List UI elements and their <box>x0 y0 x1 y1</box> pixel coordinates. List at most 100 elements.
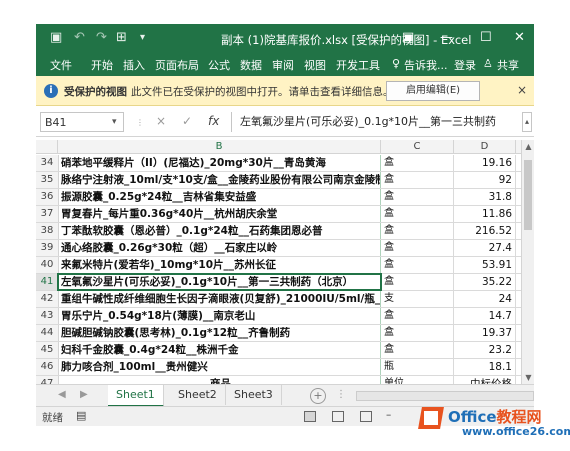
cell-c[interactable]: 盒 <box>381 240 454 256</box>
row-number[interactable]: 44 <box>36 325 59 341</box>
row-number[interactable]: 47 <box>36 376 59 384</box>
cell-c[interactable]: 盒 <box>381 257 454 273</box>
cell-c[interactable]: 盒 <box>381 189 454 205</box>
sheet-tab-2[interactable]: Sheet2 <box>170 385 226 405</box>
cell-c[interactable]: 盒 <box>381 172 454 188</box>
cell-c[interactable]: 盒 <box>381 342 454 358</box>
tab-page-layout[interactable]: 页面布局 <box>155 57 199 73</box>
cell-b[interactable]: 通心络胶囊_0.26g*30粒（超）__石家庄以岭 <box>58 240 381 256</box>
cell-b[interactable]: 胃复春片_每片重0.36g*40片__杭州胡庆余堂 <box>58 206 381 222</box>
row-number[interactable]: 34 <box>36 155 59 171</box>
protected-view-message[interactable]: 此文件已在受保护的视图中打开。请单击查看详细信息。 <box>131 84 394 99</box>
tell-me-box[interactable]: 告诉我... <box>404 57 448 73</box>
row-number[interactable]: 41 <box>36 274 59 290</box>
cell-d[interactable]: 18.1 <box>454 359 516 375</box>
cell-b[interactable]: 商品 <box>58 376 381 384</box>
cell-c[interactable]: 盒 <box>381 325 454 341</box>
sheet-tab-1[interactable]: Sheet1 <box>108 385 164 407</box>
share-button[interactable]: 共享 <box>497 57 519 73</box>
vertical-scroll-thumb[interactable] <box>524 160 532 230</box>
sheet-tab-3[interactable]: Sheet3 <box>226 385 282 405</box>
row-number[interactable]: 39 <box>36 240 59 256</box>
cell-b[interactable]: 妇科千金胶囊_0.4g*24粒__株洲千金 <box>58 342 381 358</box>
row-number[interactable]: 46 <box>36 359 59 375</box>
cell-c[interactable]: 盒 <box>381 274 454 290</box>
qat-dropdown-icon[interactable]: ▾ <box>140 30 145 46</box>
tab-scroll-left-icon[interactable]: ◀ <box>58 389 66 400</box>
tab-developer[interactable]: 开发工具 <box>336 57 380 73</box>
cell-d[interactable]: 35.22 <box>454 274 516 290</box>
expand-formula-bar-icon[interactable]: ▴ <box>522 112 532 132</box>
row-number[interactable]: 45 <box>36 342 59 358</box>
cell-b[interactable]: 胆碱胆碱钠胶囊(思考林)_0.1g*12粒__齐鲁制药 <box>58 325 381 341</box>
cell-d[interactable]: 53.91 <box>454 257 516 273</box>
formula-input[interactable]: 左氧氟沙星片(可乐必妥)_0.1g*10片__第一三共制药 <box>231 112 517 132</box>
scroll-up-icon[interactable]: ▲ <box>522 142 535 151</box>
column-header-c[interactable]: C <box>381 140 454 154</box>
close-icon[interactable]: ✕ <box>514 30 525 46</box>
page-layout-view-icon[interactable] <box>332 411 344 422</box>
row-number[interactable]: 35 <box>36 172 59 188</box>
tab-review[interactable]: 审阅 <box>272 57 294 73</box>
cell-b[interactable]: 胃乐宁片_0.54g*18片(薄膜)__南京老山 <box>58 308 381 324</box>
row-number[interactable]: 36 <box>36 189 59 205</box>
cancel-icon[interactable]: × <box>156 114 166 128</box>
ribbon-display-icon[interactable]: ▣ <box>402 30 414 46</box>
insert-function-icon[interactable]: fx <box>208 114 219 128</box>
column-header-b[interactable]: B <box>58 140 381 154</box>
cell-d[interactable]: 24 <box>454 291 516 307</box>
cell-c[interactable]: 盒 <box>381 308 454 324</box>
tab-home[interactable]: 开始 <box>91 57 113 73</box>
minimize-icon[interactable]: — <box>440 30 453 46</box>
cell-c[interactable]: 盒 <box>381 155 454 171</box>
row-number[interactable]: 43 <box>36 308 59 324</box>
cell-b[interactable]: 左氧氟沙星片(可乐必妥)_0.1g*10片__第一三共制药（北京） <box>57 273 382 291</box>
select-all-corner[interactable] <box>36 140 58 154</box>
cell-d[interactable]: 27.4 <box>454 240 516 256</box>
close-icon[interactable]: × <box>517 83 527 97</box>
tab-scroll-right-icon[interactable]: ▶ <box>80 389 88 400</box>
save-icon[interactable]: ▣ <box>50 30 62 46</box>
undo-icon[interactable]: ↶ <box>74 30 85 46</box>
add-sheet-icon[interactable]: + <box>310 388 326 404</box>
cell-d[interactable]: 中标价格 <box>454 376 516 384</box>
cell-b[interactable]: 振源胶囊_0.25g*24粒__吉林省集安益盛 <box>58 189 381 205</box>
maximize-icon[interactable]: ☐ <box>480 30 492 46</box>
cell-b[interactable]: 来氟米特片(爱若华)_10mg*10片__苏州长征 <box>58 257 381 273</box>
tab-file[interactable]: 文件 <box>50 57 72 73</box>
cell-d[interactable]: 92 <box>454 172 516 188</box>
cell-b[interactable]: 丁苯酞软胶囊（恩必普）_0.1g*24粒__石药集团恩必普 <box>58 223 381 239</box>
cell-b[interactable]: 肺力咳合剂_100ml__贵州健兴 <box>58 359 381 375</box>
cell-d[interactable]: 14.7 <box>454 308 516 324</box>
cell-d[interactable]: 19.16 <box>454 155 516 171</box>
row-number[interactable]: 38 <box>36 223 59 239</box>
cell-b[interactable]: 脉络宁注射液_10ml/支*10支/盒__金陵药业股份有限公司南京金陵制 <box>58 172 381 188</box>
redo-icon[interactable]: ↷ <box>96 30 107 46</box>
name-box-dropdown-icon[interactable]: ▾ <box>112 112 117 132</box>
horizontal-scrollbar[interactable] <box>356 391 534 401</box>
login-button[interactable]: 登录 <box>454 57 476 73</box>
cell-b[interactable]: 重组牛碱性成纤维细胞生长因子滴眼液(贝复舒)_21000IU/5ml/瓶__ <box>58 291 381 307</box>
cell-c[interactable]: 支 <box>381 291 454 307</box>
zoom-out-icon[interactable]: – <box>386 409 391 421</box>
macro-record-icon[interactable]: ▤ <box>76 409 86 422</box>
cell-c[interactable]: 单位 <box>381 376 454 384</box>
page-break-view-icon[interactable] <box>360 411 372 422</box>
cell-b[interactable]: 硝苯地平缓释片（II）(尼福达)_20mg*30片__青岛黄海 <box>58 155 381 171</box>
tab-insert[interactable]: 插入 <box>123 57 145 73</box>
cell-d[interactable]: 216.52 <box>454 223 516 239</box>
cell-c[interactable]: 盒 <box>381 223 454 239</box>
tab-formulas[interactable]: 公式 <box>208 57 230 73</box>
row-number[interactable]: 40 <box>36 257 59 273</box>
row-number[interactable]: 37 <box>36 206 59 222</box>
enable-editing-button[interactable]: 启用编辑(E) <box>386 81 480 101</box>
cell-d[interactable]: 11.86 <box>454 206 516 222</box>
customize-qat-icon[interactable]: ⊞ <box>116 30 127 46</box>
cell-d[interactable]: 23.2 <box>454 342 516 358</box>
vertical-scrollbar[interactable]: ▲ ▼ <box>521 140 534 384</box>
cell-d[interactable]: 31.8 <box>454 189 516 205</box>
scroll-down-icon[interactable]: ▼ <box>522 373 535 382</box>
normal-view-icon[interactable] <box>304 411 316 422</box>
cell-d[interactable]: 19.37 <box>454 325 516 341</box>
row-number[interactable]: 42 <box>36 291 59 307</box>
